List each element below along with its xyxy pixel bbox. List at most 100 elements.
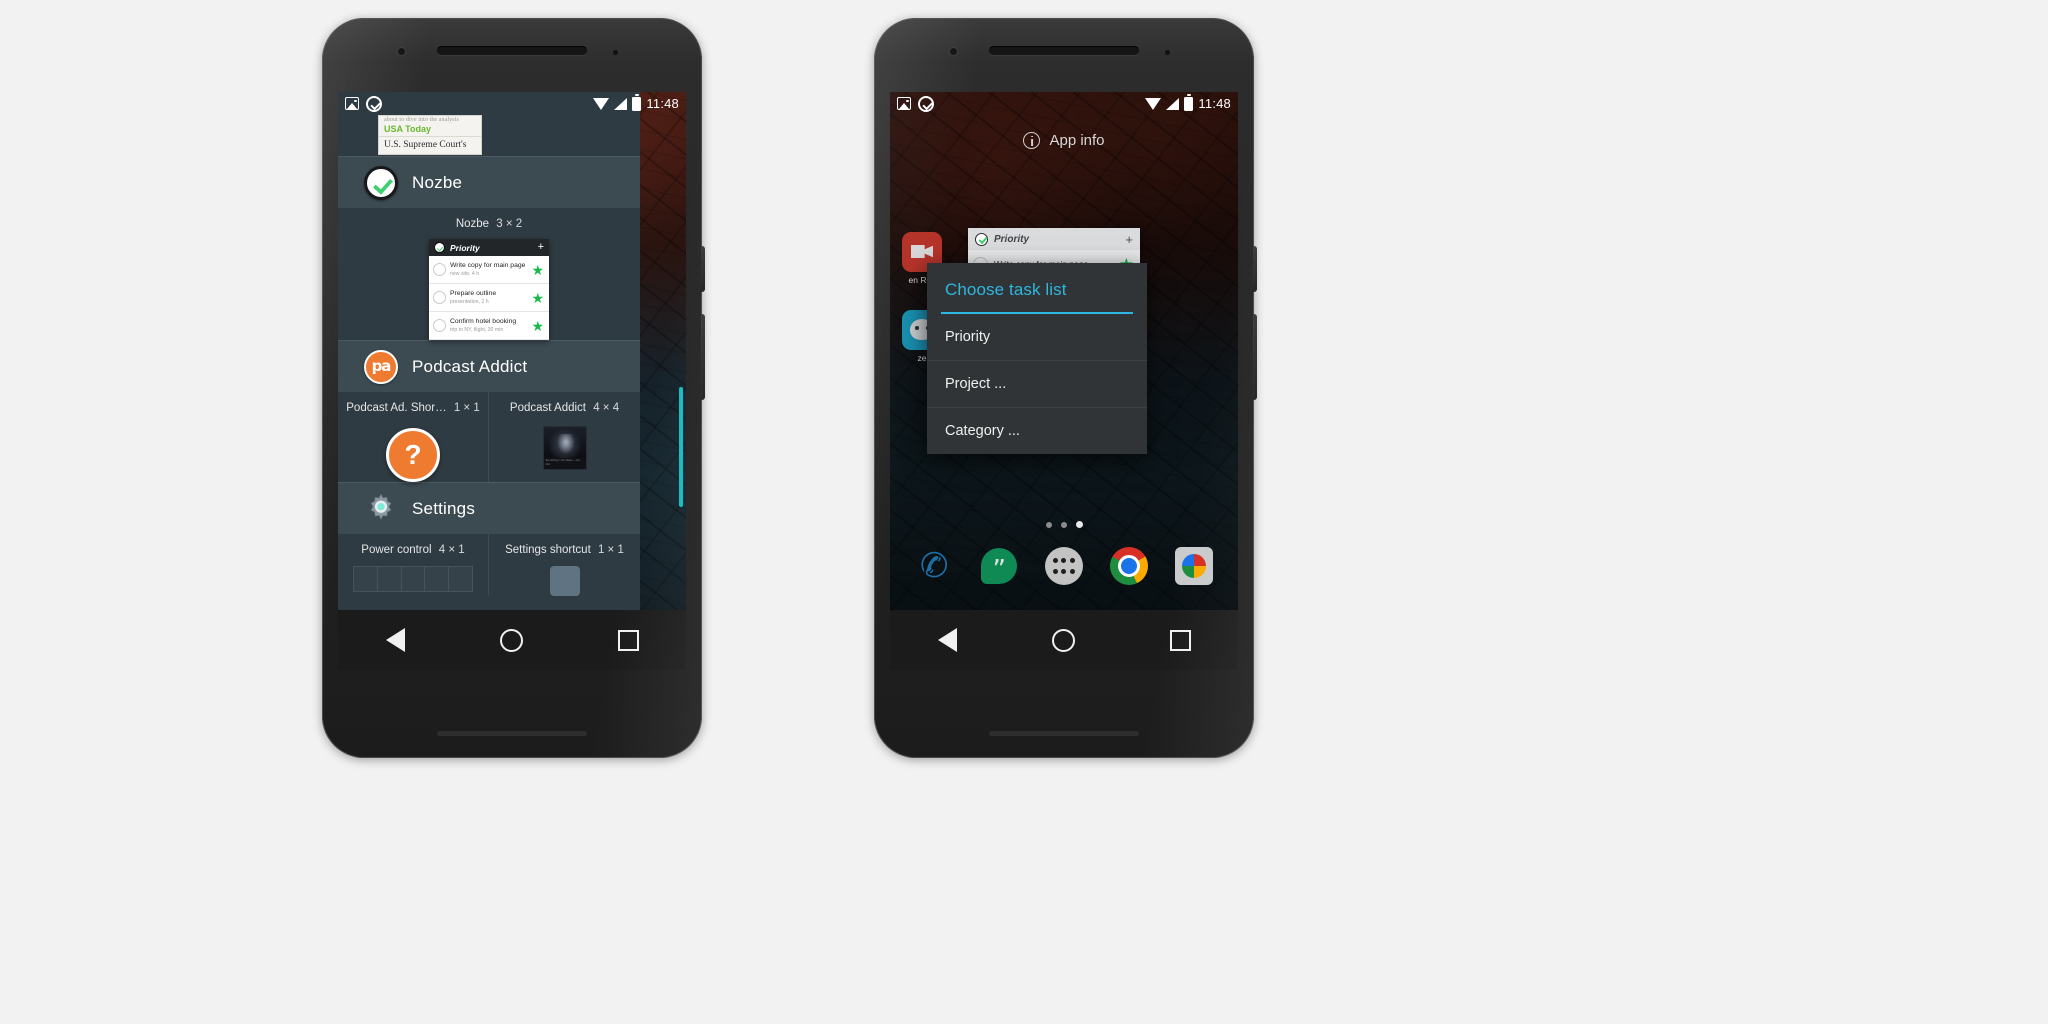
back-button[interactable] — [937, 628, 957, 652]
dock-item-hangouts[interactable] — [979, 546, 1019, 586]
widget-name: Settings shortcut — [505, 544, 591, 556]
settings-gear-icon — [364, 492, 398, 526]
widget-name: Nozbe — [455, 218, 490, 230]
bottom-speaker-grill — [989, 731, 1139, 736]
preview-task-row: Prepare outline presentation, 2 h ★ — [429, 284, 549, 312]
earpiece-speaker — [989, 46, 1139, 55]
add-task-icon[interactable]: + — [1125, 233, 1133, 246]
widget-size: 3 × 2 — [496, 218, 523, 230]
page-indicator — [890, 521, 1238, 528]
home-button[interactable] — [1051, 628, 1075, 652]
dialog-title: Choose task list — [945, 280, 1067, 299]
widget-item-podcast-4x4[interactable]: Podcast Addict 4 × 4 Something in the Wa… — [489, 392, 640, 482]
nozbe-notification-icon — [918, 95, 934, 112]
dock-item-app-drawer[interactable] — [1044, 546, 1084, 586]
choose-task-list-dialog[interactable]: Choose task list Priority Project ... Ca… — [927, 263, 1147, 454]
peek-line-0: about to dive into the analysis — [384, 117, 459, 123]
bottom-speaker-grill — [437, 731, 587, 736]
widget-label: Podcast Addict 4 × 4 — [489, 402, 640, 414]
camera-icon — [1174, 547, 1213, 585]
app-info-target[interactable]: App info — [890, 132, 1238, 149]
priority-star-icon: ★ — [531, 317, 544, 334]
nozbe-widget-preview: Priority + Write copy for main page new … — [429, 239, 549, 340]
recents-button[interactable] — [617, 629, 639, 651]
proximity-sensor — [1165, 50, 1170, 55]
widget-item-podcast-shortcut[interactable]: Podcast Ad. Shor… 1 × 1 ? — [338, 392, 489, 482]
app-section-header-podcast-addict[interactable]: pa Podcast Addict — [338, 340, 640, 392]
wifi-icon — [1145, 97, 1162, 110]
widget-name: Podcast Addict — [509, 402, 586, 414]
back-button[interactable] — [385, 628, 405, 652]
front-camera — [398, 48, 405, 55]
right-phone-screen: App info en Rec ze Priority + Choose tas… — [890, 92, 1238, 610]
news-peek-card: about to dive into the analysis USA Toda… — [378, 115, 482, 155]
page-dot-active[interactable] — [1075, 521, 1083, 528]
picker-scrollbar[interactable] — [679, 387, 683, 507]
podcast-artwork — [543, 427, 586, 460]
image-icon — [897, 97, 911, 110]
dialog-option-category[interactable]: Category ... — [927, 408, 1147, 454]
nozbe-icon — [364, 165, 398, 200]
task-title: Prepare outline — [450, 289, 497, 297]
widget-picker[interactable]: about to dive into the analysis USA Toda… — [338, 92, 686, 610]
podcast-addict-icon: pa — [364, 349, 398, 384]
priority-star-icon: ★ — [531, 261, 544, 278]
front-camera — [950, 48, 957, 55]
peek-source: USA Today — [379, 123, 481, 137]
info-icon — [1023, 132, 1041, 149]
home-button[interactable] — [499, 628, 523, 652]
page-dot[interactable] — [1060, 521, 1067, 528]
dock-item-camera[interactable] — [1174, 546, 1214, 586]
preview-list-title: Priority — [450, 242, 480, 253]
phone-icon: ✆ — [917, 545, 952, 587]
widget-size: 4 × 1 — [438, 544, 465, 556]
widget-row-podcast-addict: Podcast Ad. Shor… 1 × 1 ? Podcast Addict… — [338, 392, 640, 482]
dock-item-phone[interactable]: ✆ — [914, 545, 954, 587]
chrome-icon — [1109, 547, 1148, 585]
preview-task-row: Write copy for main page new site, 4 h ★ — [429, 256, 549, 284]
podcast-widget-thumbnail: Something in the Water — Ep. 214 — [542, 426, 587, 470]
image-icon — [345, 97, 359, 110]
app-section-title: Nozbe — [412, 172, 463, 192]
widget-size: 1 × 1 — [453, 402, 480, 414]
status-bar: 11:48 — [338, 92, 686, 115]
nozbe-notification-icon — [366, 95, 382, 112]
widget-item-nozbe-3x2[interactable]: Nozbe 3 × 2 Priority + Write copy for ma… — [338, 208, 640, 340]
power-button[interactable] — [701, 246, 705, 292]
podcast-caption: Something in the Water — Ep. 214 — [543, 458, 586, 469]
checkbox-icon — [433, 263, 446, 276]
dialog-option-priority[interactable]: Priority — [927, 314, 1147, 361]
app-section-title: Podcast Addict — [412, 356, 528, 376]
widget-label: Podcast Ad. Shor… 1 × 1 — [338, 402, 488, 414]
widget-label: Settings shortcut 1 × 1 — [489, 544, 640, 556]
signal-icon — [1166, 97, 1180, 110]
checkbox-icon — [433, 319, 446, 332]
page-dot[interactable] — [1045, 521, 1052, 528]
dialog-option-project[interactable]: Project ... — [927, 361, 1147, 408]
widget-picker-list[interactable]: Nozbe Nozbe 3 × 2 Priority + Write copy … — [338, 156, 640, 596]
widget-header: Priority + — [968, 228, 1140, 250]
widget-row-nozbe: Nozbe 3 × 2 Priority + Write copy for ma… — [338, 208, 640, 340]
dock-item-chrome[interactable] — [1109, 546, 1149, 586]
dock[interactable]: ✆ — [890, 540, 1238, 592]
earpiece-speaker — [437, 46, 587, 55]
preview-header: Priority + — [429, 239, 549, 256]
power-control-preview — [353, 566, 473, 592]
home-screen[interactable]: App info en Rec ze Priority + Choose tas… — [890, 92, 1238, 610]
volume-button[interactable] — [701, 314, 705, 400]
status-bar-clock: 11:48 — [1198, 96, 1231, 111]
priority-star-icon: ★ — [531, 289, 544, 306]
wifi-icon — [593, 97, 610, 110]
power-button[interactable] — [1253, 246, 1257, 292]
volume-button[interactable] — [1253, 314, 1257, 400]
left-navigation-bar[interactable] — [338, 610, 686, 670]
app-section-header-settings[interactable]: Settings — [338, 482, 640, 534]
widget-item-settings-shortcut[interactable]: Settings shortcut 1 × 1 — [489, 534, 640, 596]
widget-item-power-control[interactable]: Power control 4 × 1 — [338, 534, 489, 596]
add-task-icon: + — [537, 241, 544, 253]
app-info-label: App info — [1049, 132, 1105, 149]
right-navigation-bar[interactable] — [890, 610, 1238, 670]
right-phone-device: App info en Rec ze Priority + Choose tas… — [874, 18, 1257, 758]
recents-button[interactable] — [1169, 629, 1191, 651]
app-section-header-nozbe[interactable]: Nozbe — [338, 156, 640, 208]
